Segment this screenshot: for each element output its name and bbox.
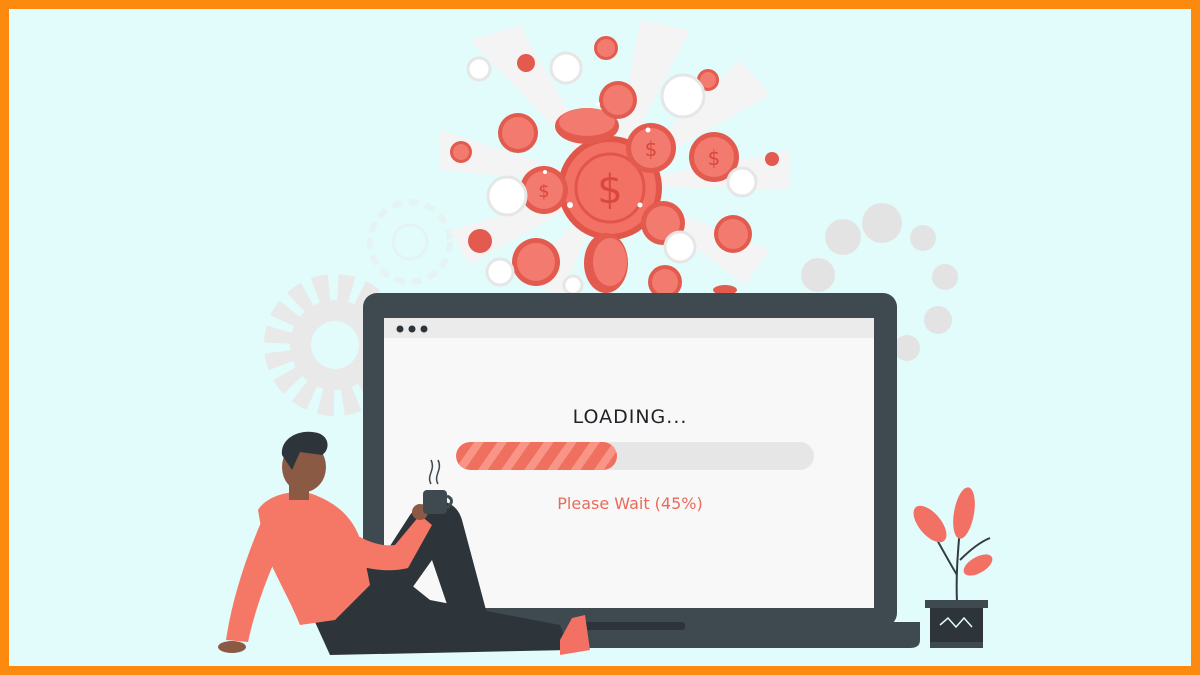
dollar-coin-icon: $: [626, 123, 676, 173]
dollar-coin-icon: [714, 215, 752, 253]
dollar-coin-icon: [517, 54, 535, 72]
loading-title: LOADING...: [572, 406, 688, 428]
dollar-coin-icon: [468, 229, 492, 253]
dollar-coin-icon: [512, 238, 560, 286]
page-frame: $ $ $ $ LOADING... Please Wait (45%): [0, 0, 1200, 675]
dollar-coin-icon: [450, 141, 472, 163]
status-text: Please Wait (45%): [557, 494, 703, 513]
window-dots-icon: [396, 325, 428, 333]
dollar-coin-icon: [594, 36, 618, 60]
dollar-coin-icon: [498, 113, 538, 153]
dollar-coin-icon: [584, 233, 628, 293]
loading-screen: LOADING... Please Wait (45%): [388, 342, 872, 604]
illustration-scene: $ $ $ $ LOADING... Please Wait (45%): [9, 9, 1191, 666]
dollar-coin-icon: [765, 152, 779, 166]
plant-icon: [913, 487, 993, 648]
dollar-coin-icon: [599, 81, 637, 119]
svg-text:$: $: [538, 181, 549, 202]
progress-bar-fill: [456, 442, 626, 470]
progress-bar: [456, 442, 814, 470]
svg-text:$: $: [645, 137, 658, 161]
gear-icon: [367, 199, 453, 285]
svg-text:$: $: [597, 167, 622, 213]
svg-text:$: $: [708, 146, 721, 170]
